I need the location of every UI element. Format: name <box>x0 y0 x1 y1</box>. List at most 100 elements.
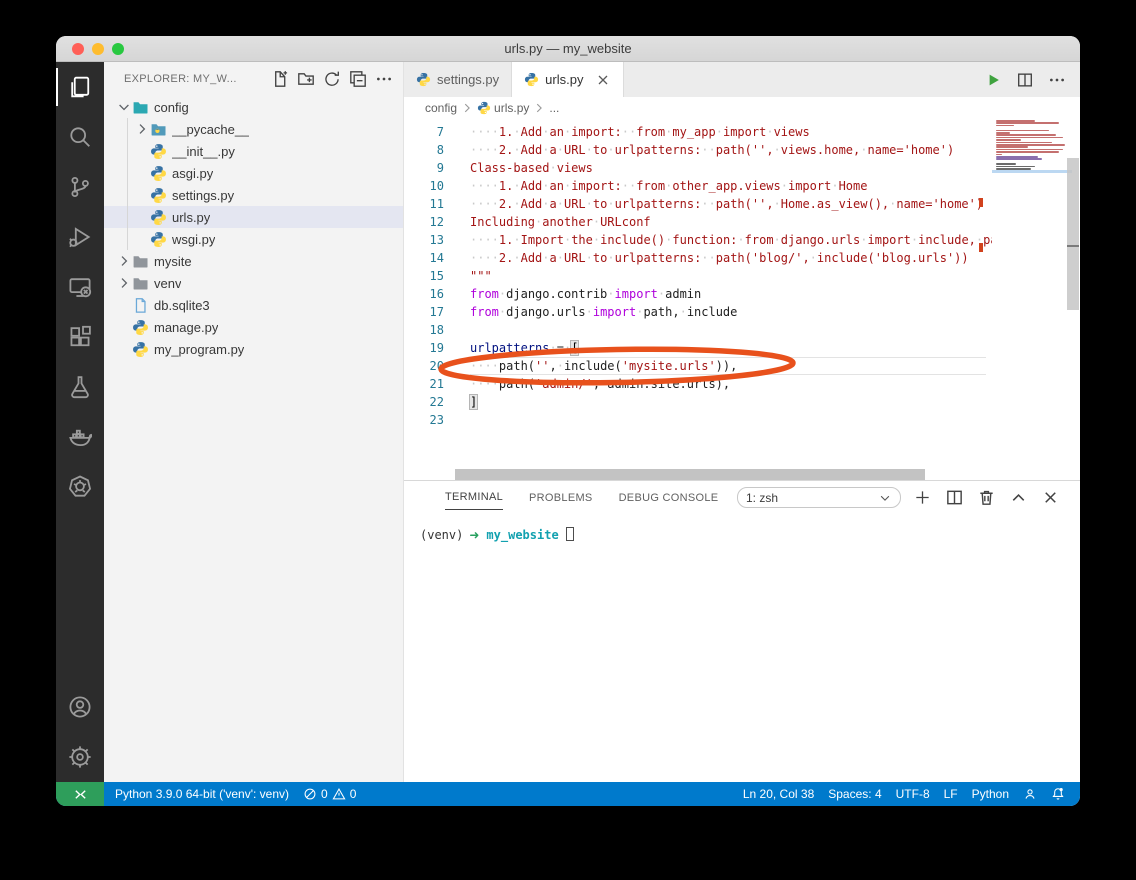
bell-icon <box>1051 787 1065 801</box>
activity-accounts[interactable] <box>56 682 104 732</box>
shell-selector-dropdown[interactable]: 1: zsh <box>737 487 901 508</box>
tree-item-urls.py[interactable]: urls.py <box>104 206 403 228</box>
code-line-16[interactable]: 16from·django.contrib·import·admin <box>404 285 1080 303</box>
tree-item-manage.py[interactable]: manage.py <box>104 316 403 338</box>
tab-debug-console[interactable]: DEBUG CONSOLE <box>619 486 719 510</box>
vertical-scrollbar[interactable] <box>1067 158 1079 310</box>
horizontal-scrollbar[interactable] <box>455 469 925 480</box>
tree-item-mysite[interactable]: mysite <box>104 250 403 272</box>
tab-settings-py[interactable]: settings.py <box>404 62 512 97</box>
code-text: from·django.urls·import·path,·include <box>470 303 737 321</box>
code-line-18[interactable]: 18 <box>404 321 1080 339</box>
tree-item-label: settings.py <box>172 188 234 203</box>
chevron-down-icon <box>878 491 892 505</box>
tree-item-my_program.py[interactable]: my_program.py <box>104 338 403 360</box>
code-line-7[interactable]: 7····1.·Add·an·import:··from·my_app·impo… <box>404 123 1080 141</box>
title-bar[interactable]: urls.py — my_website <box>56 36 1080 62</box>
tree-item-label: venv <box>154 276 181 291</box>
code-line-15[interactable]: 15""" <box>404 267 1080 285</box>
code-line-19[interactable]: 19urlpatterns·=·[ <box>404 339 1080 357</box>
tree-item-__init__.py[interactable]: __init__.py <box>104 140 403 162</box>
breadcrumb-config[interactable]: config <box>425 101 457 115</box>
python-icon <box>132 319 149 335</box>
terminal-content[interactable]: (venv)➜my_website <box>404 514 1080 782</box>
activity-remote-explorer[interactable] <box>56 262 104 312</box>
language-mode-status[interactable]: Python <box>965 782 1016 806</box>
tab-terminal[interactable]: TERMINAL <box>445 485 503 510</box>
minimize-window-button[interactable] <box>92 43 104 55</box>
code-line-8[interactable]: 8····2.·Add·a·URL·to·urlpatterns:··path(… <box>404 141 1080 159</box>
activity-search[interactable] <box>56 112 104 162</box>
tree-item-config[interactable]: config <box>104 96 403 118</box>
close-tab-icon[interactable] <box>595 72 611 88</box>
code-line-21[interactable]: 21····path('admin/',·admin.site.urls), <box>404 375 1080 393</box>
close-window-button[interactable] <box>72 43 84 55</box>
activity-settings[interactable] <box>56 732 104 782</box>
tree-item-asgi.py[interactable]: asgi.py <box>104 162 403 184</box>
zoom-window-button[interactable] <box>112 43 124 55</box>
more-icon[interactable] <box>375 70 393 88</box>
eol-status[interactable]: LF <box>937 782 965 806</box>
code-line-12[interactable]: 12Including·another·URLconf <box>404 213 1080 231</box>
code-line-17[interactable]: 17 from·django.urls·import·path,·include <box>404 303 1080 321</box>
explorer-title: EXPLORER: MY_W... <box>124 73 271 85</box>
split-terminal-button[interactable] <box>945 488 964 507</box>
code-text: ····2.·Add·a·URL·to·urlpatterns:··path('… <box>470 249 969 267</box>
code-line-23[interactable]: 23 <box>404 411 1080 429</box>
tab-urls-py[interactable]: urls.py <box>512 62 624 97</box>
code-line-20[interactable]: 20····path('',·include('mysite.urls')), <box>404 357 1080 375</box>
code-line-22[interactable]: 22] <box>404 393 1080 411</box>
error-count: 0 <box>321 787 328 801</box>
tree-item-db.sqlite3[interactable]: db.sqlite3 <box>104 294 403 316</box>
activity-kubernetes[interactable] <box>56 462 104 512</box>
line-number: 17 <box>404 303 444 321</box>
terminal-cursor <box>566 527 574 541</box>
editor-tab-bar: settings.py urls.py <box>404 62 1080 97</box>
minimap[interactable] <box>992 119 1080 480</box>
remote-indicator[interactable] <box>56 782 104 806</box>
python-icon <box>150 187 167 203</box>
code-text: ····1.·Add·an·import:··from·my_app·impor… <box>470 123 810 141</box>
code-line-9[interactable]: 9Class-based·views <box>404 159 1080 177</box>
tree-item-label: asgi.py <box>172 166 213 181</box>
cursor-position-status[interactable]: Ln 20, Col 38 <box>736 782 821 806</box>
docker-icon <box>68 425 92 449</box>
close-panel-button[interactable] <box>1041 488 1060 507</box>
python-interpreter-status[interactable]: Python 3.9.0 64-bit ('venv': venv) <box>104 782 296 806</box>
code-editor[interactable]: 6Function·views7····1.·Add·an·import:··f… <box>404 119 1080 480</box>
line-number: 10 <box>404 177 444 195</box>
tab-problems[interactable]: PROBLEMS <box>529 486 593 510</box>
indentation-status[interactable]: Spaces: 4 <box>821 782 888 806</box>
activity-source-control[interactable] <box>56 162 104 212</box>
vscode-window: urls.py — my_website EXPLORER: MY_W... c… <box>56 36 1080 806</box>
kill-terminal-button[interactable] <box>977 488 996 507</box>
notifications-button[interactable] <box>1044 782 1072 806</box>
code-line-10[interactable]: 10····1.·Add·an·import:··from·other_app.… <box>404 177 1080 195</box>
chevron-right-icon <box>532 101 546 115</box>
activity-testing[interactable] <box>56 362 104 412</box>
status-bar: Python 3.9.0 64-bit ('venv': venv) 0 0 L… <box>56 782 1080 806</box>
feedback-button[interactable] <box>1016 782 1044 806</box>
shell-selector-value: 1: zsh <box>746 491 778 505</box>
encoding-status[interactable]: UTF-8 <box>889 782 937 806</box>
run-python-file-button[interactable] <box>984 71 1002 89</box>
tree-item-wsgi.py[interactable]: wsgi.py <box>104 228 403 250</box>
problems-status[interactable]: 0 0 <box>296 782 363 806</box>
breadcrumb-urls-py[interactable]: urls.py <box>494 101 529 115</box>
refresh-icon[interactable] <box>323 70 341 88</box>
tree-item-__pycache__[interactable]: __pycache__ <box>104 118 403 140</box>
new-terminal-button[interactable] <box>913 488 932 507</box>
maximize-panel-button[interactable] <box>1009 488 1028 507</box>
collapse-folders-icon[interactable] <box>349 70 367 88</box>
new-file-icon[interactable] <box>271 70 289 88</box>
activity-docker[interactable] <box>56 412 104 462</box>
activity-extensions[interactable] <box>56 312 104 362</box>
activity-run-debug[interactable] <box>56 212 104 262</box>
new-folder-icon[interactable] <box>297 70 315 88</box>
tree-item-settings.py[interactable]: settings.py <box>104 184 403 206</box>
tree-item-venv[interactable]: venv <box>104 272 403 294</box>
activity-explorer[interactable] <box>56 62 104 112</box>
more-actions-button[interactable] <box>1048 71 1066 89</box>
split-editor-button[interactable] <box>1016 71 1034 89</box>
breadcrumb-symbol[interactable]: ... <box>549 101 559 115</box>
